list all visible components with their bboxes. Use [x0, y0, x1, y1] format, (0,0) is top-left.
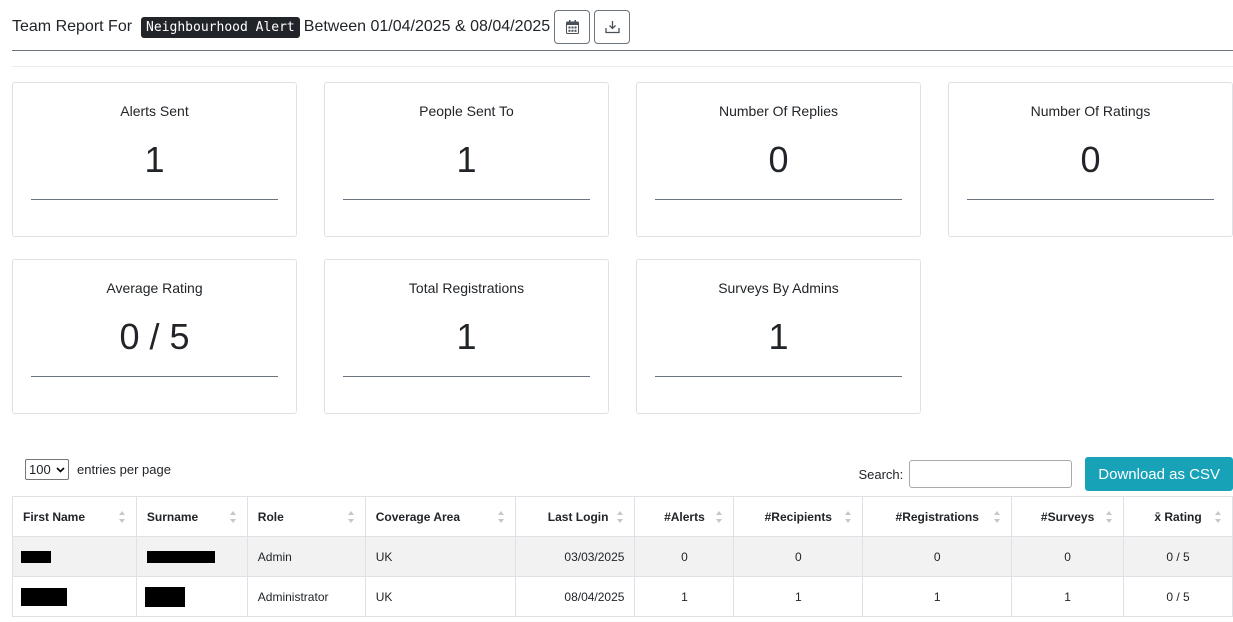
- last-login-cell: 08/04/2025: [514, 576, 636, 617]
- alerts-cell: 0: [634, 536, 735, 577]
- calendar-icon: [565, 20, 579, 34]
- sort-icon: [118, 511, 125, 523]
- redacted-first-name: [21, 587, 67, 606]
- stat-label: Number Of Replies: [718, 103, 839, 119]
- report-header: Team Report For Neighbourhood Alert Betw…: [12, 10, 1233, 51]
- stat-label: People Sent To: [419, 103, 514, 119]
- stat-card-surveys-by-admins: Surveys By Admins 1: [636, 259, 921, 414]
- sort-icon: [1215, 511, 1221, 523]
- sort-icon: [1106, 511, 1113, 523]
- stat-card-number-of-ratings: Number Of Ratings 0: [948, 82, 1233, 237]
- surveys-cell: 1: [1011, 576, 1125, 617]
- stat-divider: [343, 376, 590, 377]
- report-title: Team Report For Neighbourhood Alert Betw…: [12, 10, 550, 44]
- surveys-cell: 0: [1011, 536, 1125, 577]
- stat-divider: [31, 199, 278, 200]
- column-header-first-name[interactable]: First Name: [12, 496, 137, 537]
- sort-icon: [716, 511, 723, 523]
- date-range-button[interactable]: [554, 10, 591, 44]
- stat-divider: [343, 199, 590, 200]
- redacted-first-name: [21, 551, 51, 564]
- stat-value: 1: [456, 139, 477, 180]
- registrations-cell: 0: [862, 536, 1013, 577]
- first-name-cell: [12, 576, 137, 617]
- table-row: Admin UK 03/03/2025 0 0 0 0 0 / 5: [12, 536, 1233, 577]
- stat-divider: [655, 376, 902, 377]
- coverage-area-cell: UK: [364, 576, 516, 617]
- alerts-cell: 1: [634, 576, 735, 617]
- sort-icon: [497, 511, 504, 523]
- column-header-recipients[interactable]: #Recipients: [733, 496, 864, 537]
- sort-icon: [229, 511, 236, 523]
- entries-per-page-control: 100 entries per page: [25, 459, 171, 480]
- stat-value: 1: [144, 139, 165, 180]
- entries-per-page-label: entries per page: [77, 462, 171, 477]
- search-label: Search:: [858, 466, 904, 482]
- recipients-cell: 0: [733, 536, 864, 577]
- stat-value: 0: [768, 139, 789, 180]
- column-header-rating[interactable]: x̄ Rating: [1123, 496, 1233, 537]
- stat-divider: [655, 199, 902, 200]
- entries-per-page-select[interactable]: 100: [25, 459, 69, 480]
- surname-cell: [135, 576, 248, 617]
- download-report-button[interactable]: [594, 10, 631, 44]
- entries-per-page-value: 100: [29, 462, 51, 477]
- stat-card-number-of-replies: Number Of Replies 0: [636, 82, 921, 237]
- download-icon: [605, 21, 620, 34]
- column-header-surveys[interactable]: #Surveys: [1011, 496, 1125, 537]
- table-search-controls: Search: Download as CSV: [858, 457, 1233, 491]
- role-cell: Administrator: [246, 576, 366, 617]
- stat-card-alerts-sent: Alerts Sent 1: [12, 82, 297, 237]
- sort-icon: [347, 511, 354, 523]
- sort-icon: [845, 511, 852, 523]
- stat-label: Surveys By Admins: [718, 280, 839, 296]
- stat-value: 0 / 5: [119, 316, 190, 357]
- rating-cell: 0 / 5: [1123, 576, 1233, 617]
- team-report-page: Team Report For Neighbourhood Alert Betw…: [0, 0, 1233, 622]
- stat-card-people-sent-to: People Sent To 1: [324, 82, 609, 237]
- column-header-coverage-area[interactable]: Coverage Area: [364, 496, 516, 537]
- stat-card-average-rating: Average Rating 0 / 5: [12, 259, 297, 414]
- search-input[interactable]: [909, 460, 1073, 488]
- redacted-surname: [144, 586, 185, 607]
- column-header-role[interactable]: Role: [246, 496, 366, 537]
- recipients-cell: 1: [733, 576, 864, 617]
- rating-cell: 0 / 5: [1123, 536, 1233, 577]
- stat-card-total-registrations: Total Registrations 1: [324, 259, 609, 414]
- stat-label: Average Rating: [106, 280, 203, 296]
- column-header-alerts[interactable]: #Alerts: [634, 496, 735, 537]
- stat-value: 1: [768, 316, 789, 357]
- sort-icon: [994, 511, 1001, 523]
- column-header-last-login[interactable]: Last Login: [514, 496, 636, 537]
- chevron-down-icon: [56, 466, 65, 473]
- table-header-row: First Name Surname Role Coverage Area La…: [12, 496, 1233, 537]
- stat-divider: [967, 199, 1214, 200]
- team-members-table: First Name Surname Role Coverage Area La…: [12, 496, 1233, 617]
- team-name-badge: Neighbourhood Alert: [141, 16, 300, 38]
- registrations-cell: 1: [862, 576, 1013, 617]
- stat-label: Number Of Ratings: [1030, 103, 1151, 119]
- role-cell: Admin: [246, 536, 366, 577]
- download-csv-button[interactable]: Download as CSV: [1085, 457, 1233, 491]
- last-login-cell: 03/03/2025: [514, 536, 636, 577]
- title-prefix: Team Report For: [12, 18, 133, 35]
- stat-label: Total Registrations: [408, 280, 525, 296]
- stat-value: 1: [456, 316, 477, 357]
- surname-cell: [135, 536, 248, 577]
- column-header-surname[interactable]: Surname: [135, 496, 248, 537]
- section-divider: [12, 66, 1233, 67]
- title-date-range: Between 01/04/2025 & 08/04/2025: [303, 18, 551, 35]
- stat-label: Alerts Sent: [120, 103, 189, 119]
- redacted-surname: [146, 551, 215, 564]
- stat-divider: [31, 376, 278, 377]
- sort-icon: [617, 511, 624, 523]
- table-row: Administrator UK 08/04/2025 1 1 1 1 0 / …: [12, 576, 1233, 617]
- coverage-area-cell: UK: [364, 536, 516, 577]
- stat-value: 0: [1080, 139, 1101, 180]
- column-header-registrations[interactable]: #Registrations: [862, 496, 1013, 537]
- first-name-cell: [12, 536, 137, 577]
